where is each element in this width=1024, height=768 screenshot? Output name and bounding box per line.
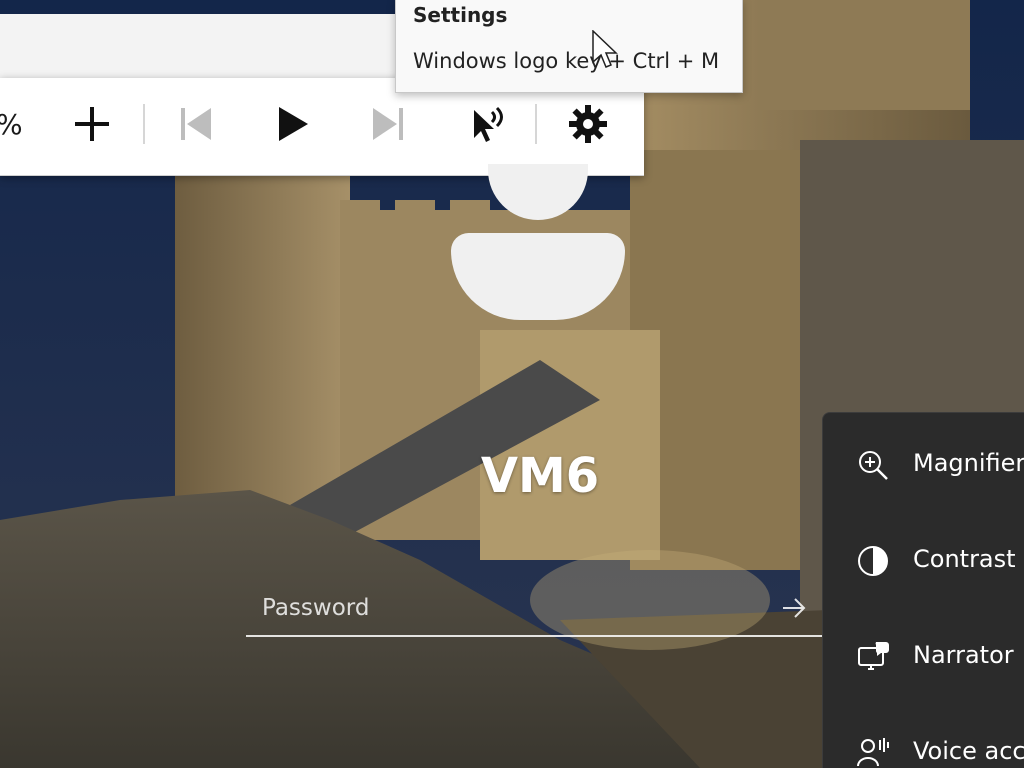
accessibility-flyout: Magnifier Contrast Narrator Voice acc: [822, 412, 1024, 768]
accessibility-item-contrast[interactable]: Contrast: [823, 521, 1024, 601]
submit-button[interactable]: [776, 590, 812, 626]
narrator-icon: [855, 639, 891, 675]
settings-button[interactable]: [564, 100, 612, 148]
mouse-pointer-icon: [592, 30, 618, 68]
tooltip-title: Settings: [413, 3, 508, 27]
play-icon: [279, 107, 308, 141]
accessibility-item-magnifier[interactable]: Magnifier: [823, 425, 1024, 505]
play-button[interactable]: [268, 100, 316, 148]
tooltip-shortcut: Windows logo key + Ctrl + M: [413, 49, 720, 73]
accessibility-item-label: Narrator: [913, 641, 1014, 669]
settings-tooltip: Settings Windows logo key + Ctrl + M: [395, 0, 743, 93]
skip-next-icon: [373, 108, 403, 140]
accessibility-item-label: Magnifier: [913, 449, 1024, 477]
plus-icon: [75, 107, 109, 141]
zoom-in-icon: [855, 447, 891, 483]
accessibility-item-label: Contrast: [913, 545, 1016, 573]
next-paragraph-button[interactable]: [364, 100, 412, 148]
skip-previous-icon: [181, 108, 211, 140]
user-name: VM6: [480, 448, 600, 504]
password-input[interactable]: [246, 580, 766, 635]
toolbar-separator: [535, 104, 537, 144]
accessibility-item-narrator[interactable]: Narrator: [823, 617, 1024, 697]
zoom-in-button[interactable]: [68, 100, 116, 148]
gear-icon: [569, 105, 607, 143]
read-from-here-button[interactable]: [462, 100, 510, 148]
read-from-here-icon: [474, 106, 503, 142]
zoom-level-value: %: [0, 108, 23, 141]
toolbar-separator: [143, 104, 145, 144]
arrow-right-icon: [783, 598, 806, 618]
accessibility-item-voice-access[interactable]: Voice access: [823, 713, 1024, 768]
password-field: [246, 580, 822, 637]
accessibility-item-label: Voice access: [913, 737, 1024, 765]
voice-access-icon: [855, 735, 891, 768]
previous-paragraph-button[interactable]: [172, 100, 220, 148]
contrast-icon: [855, 543, 891, 579]
